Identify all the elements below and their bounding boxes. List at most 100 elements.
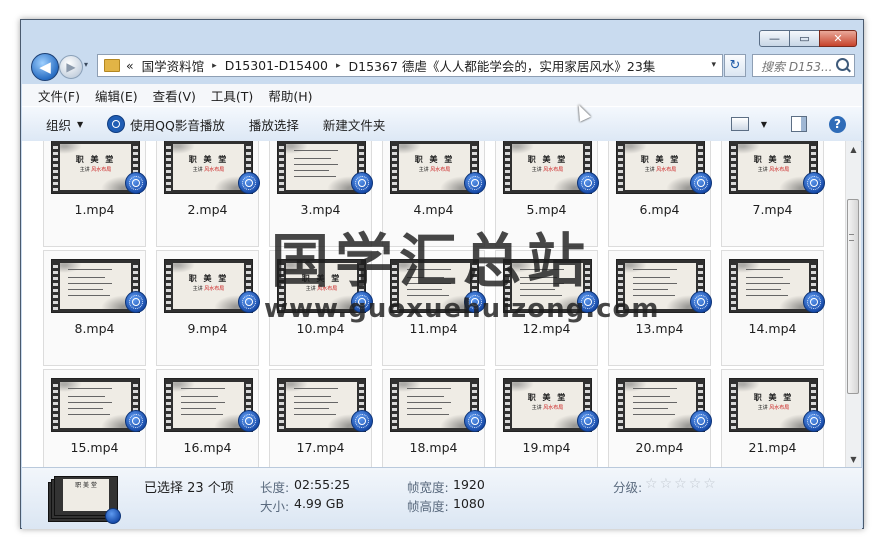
file-item[interactable]: 职 美 堂主讲 风水布局 2.mp4 — [156, 141, 260, 247]
menu-tools[interactable]: 工具(T) — [211, 86, 253, 105]
change-view-icon[interactable] — [730, 117, 749, 131]
slide-preview: 职 美 堂主讲 风水布局 — [625, 144, 696, 190]
rating-star-icon[interactable]: ☆ — [674, 477, 687, 491]
slide-title: 职 美 堂 — [75, 154, 116, 164]
file-item[interactable]: 18.mp4 — [382, 369, 486, 467]
breadcrumb-2[interactable]: D15301-D15400 — [225, 58, 328, 73]
selection-count: 已选择 23 个项 — [144, 481, 234, 496]
file-item[interactable]: 职 美 堂主讲 风水布局 19.mp4 — [495, 369, 599, 467]
slide-subtitle: 主讲 风水布局 — [625, 166, 696, 173]
slide-subtitle-text: 主讲 — [531, 167, 542, 173]
slide-text-line — [633, 402, 677, 403]
slide-title: 职 美 堂 — [527, 392, 568, 402]
file-item[interactable]: 8.mp4 — [43, 250, 147, 366]
slide-text-line — [68, 414, 110, 415]
video-badge-icon — [105, 508, 121, 524]
slide-title: 职 美 堂 — [188, 273, 229, 283]
file-item[interactable]: 职 美 堂主讲 风水布局 1.mp4 — [43, 141, 147, 247]
slide-subtitle: 主讲 风水布局 — [173, 285, 244, 292]
search-input[interactable] — [759, 56, 841, 77]
file-item[interactable]: 职 美 堂主讲 风水布局 7.mp4 — [721, 141, 825, 247]
slide-title: 职 美 堂 — [753, 392, 794, 402]
slide-subtitle-text: 主讲 — [192, 167, 203, 173]
length-value: 02:55:25 — [294, 477, 351, 492]
file-item[interactable]: 20.mp4 — [608, 369, 712, 467]
slide-text-line — [68, 295, 110, 296]
slide-title: 职 美 堂 — [188, 154, 229, 164]
breadcrumb-3[interactable]: D15367 德虐《人人都能学会的，实用家居风水》23集 — [349, 56, 656, 75]
help-icon[interactable]: ? — [829, 115, 846, 133]
breadcrumb-separator-icon[interactable]: ▸ — [336, 61, 341, 71]
slide-subtitle-highlight: 风水布局 — [769, 405, 790, 411]
qq-video-badge-icon — [690, 410, 712, 432]
slide-subtitle-text: 主讲 — [644, 167, 655, 173]
slide-subtitle: 主讲 风水布局 — [512, 404, 583, 411]
watermark-title: 国学汇总站 — [271, 227, 592, 295]
view-options-chevron-icon[interactable]: ▼ — [761, 120, 767, 129]
slide-text-line — [294, 170, 329, 171]
scroll-up-icon[interactable]: ▲ — [846, 141, 861, 157]
slide-text-line — [294, 414, 336, 415]
qq-video-badge-icon — [803, 410, 825, 432]
slide-preview: 职 美 堂主讲 风水布局 — [60, 144, 131, 190]
minimize-button[interactable]: — — [759, 30, 790, 47]
rating-stars[interactable]: ☆ ☆ ☆ ☆ ☆ — [645, 477, 718, 491]
menu-help[interactable]: 帮助(H) — [268, 86, 312, 105]
file-name: 6.mp4 — [639, 202, 680, 217]
menu-view[interactable]: 查看(V) — [153, 86, 196, 105]
address-dropdown-icon[interactable]: ▾ — [711, 60, 716, 70]
slide-subtitle-text: 主讲 — [531, 405, 542, 411]
slide-text-line — [68, 388, 112, 389]
breadcrumb-separator-icon[interactable]: ▸ — [212, 61, 217, 71]
search-box[interactable] — [752, 54, 855, 77]
rating-star-icon[interactable]: ☆ — [689, 477, 702, 491]
organize-button[interactable]: 组织 ▼ — [46, 115, 83, 134]
selection-thumbnail-stack: 职 美 堂 — [48, 476, 121, 524]
command-bar: 组织 ▼ 使用QQ影音播放 播放选择 新建文件夹 ▼ ? — [22, 106, 862, 142]
scrollbar-thumb[interactable] — [847, 199, 859, 394]
rating-star-icon[interactable]: ☆ — [645, 477, 658, 491]
slide-subtitle: 主讲 风水布局 — [173, 166, 244, 173]
slide-text-line — [294, 408, 329, 409]
details-pane: 职 美 堂 已选择 23 个项 长度: 02:55:25 大小: 4.99 GB… — [22, 467, 862, 529]
address-overflow-chevron[interactable]: « — [126, 58, 134, 73]
thumbnail-face: 职 美 堂 — [63, 479, 109, 511]
file-item[interactable]: 14.mp4 — [721, 250, 825, 366]
preview-pane-icon[interactable] — [791, 116, 807, 132]
close-button[interactable]: ✕ — [819, 30, 857, 47]
slide-text-line — [746, 277, 783, 278]
menu-file[interactable]: 文件(F) — [38, 86, 80, 105]
slide-text-line — [181, 402, 225, 403]
play-with-qq-button[interactable]: 使用QQ影音播放 — [107, 115, 225, 134]
scroll-down-icon[interactable]: ▼ — [846, 451, 861, 467]
back-button[interactable]: ◀ — [31, 53, 59, 81]
file-item[interactable]: 16.mp4 — [156, 369, 260, 467]
slide-subtitle: 主讲 风水布局 — [60, 166, 131, 173]
breadcrumb-1[interactable]: 国学资料馆 — [142, 56, 205, 75]
maximize-button[interactable]: ▭ — [789, 30, 820, 47]
slide-preview — [286, 382, 357, 428]
address-bar[interactable]: « 国学资料馆 ▸ D15301-D15400 ▸ D15367 德虐《人人都能… — [97, 54, 723, 77]
qq-video-badge-icon — [690, 291, 712, 313]
slide-preview: 职 美 堂主讲 风水布局 — [738, 144, 809, 190]
file-item[interactable]: 职 美 堂主讲 风水布局 21.mp4 — [721, 369, 825, 467]
file-name: 7.mp4 — [752, 202, 793, 217]
file-item[interactable]: 17.mp4 — [269, 369, 373, 467]
qq-video-badge-icon — [351, 172, 373, 194]
file-name: 20.mp4 — [635, 440, 684, 455]
new-folder-button[interactable]: 新建文件夹 — [323, 115, 386, 134]
rating-star-icon[interactable]: ☆ — [703, 477, 716, 491]
file-item[interactable]: 职 美 堂主讲 风水布局 6.mp4 — [608, 141, 712, 247]
menu-edit[interactable]: 编辑(E) — [95, 86, 138, 105]
slide-subtitle-highlight: 风水布局 — [656, 167, 677, 173]
refresh-button[interactable]: ↻ — [724, 54, 746, 77]
rating-label: 分级: — [613, 480, 643, 495]
recent-pages-dropdown[interactable]: ▾ — [84, 60, 88, 69]
rating-star-icon[interactable]: ☆ — [660, 477, 673, 491]
play-selection-button[interactable]: 播放选择 — [249, 115, 299, 134]
forward-button[interactable]: ▶ — [59, 55, 83, 79]
vertical-scrollbar[interactable]: ▲ ▼ — [845, 141, 861, 467]
file-item[interactable]: 职 美 堂主讲 风水布局 9.mp4 — [156, 250, 260, 366]
file-item[interactable]: 15.mp4 — [43, 369, 147, 467]
search-icon[interactable] — [836, 58, 849, 71]
